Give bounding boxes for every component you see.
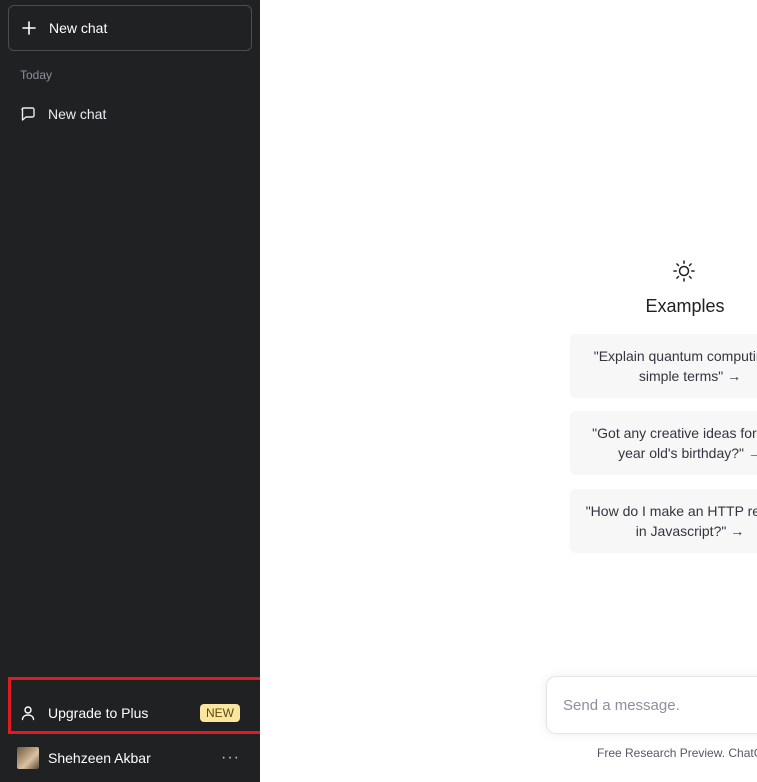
user-menu[interactable]: Shehzeen Akbar ··· (8, 738, 252, 778)
sidebar: New chat Today New chat Upgrade to Plus … (0, 0, 260, 782)
upgrade-label: Upgrade to Plus (48, 705, 149, 721)
history-item[interactable]: New chat (8, 95, 252, 133)
new-chat-button[interactable]: New chat (8, 5, 252, 51)
user-icon (8, 705, 48, 721)
example-card[interactable]: "How do I make an HTTP request in Javasc… (570, 489, 757, 553)
message-input[interactable] (563, 696, 757, 714)
message-input-box (546, 676, 757, 734)
examples-title: Examples (645, 296, 725, 316)
chat-bubble-icon (8, 106, 48, 122)
section-label-today: Today (20, 68, 53, 82)
example-card[interactable]: "Explain quantum computing in simple ter… (570, 334, 757, 398)
footer-note: Free Research Preview. ChatGPT (597, 746, 757, 760)
user-name: Shehzeen Akbar (48, 750, 151, 766)
plus-icon (9, 21, 49, 35)
main-panel: Examples "Explain quantum computing in s… (260, 0, 757, 782)
new-chat-label: New chat (49, 20, 108, 36)
example-card[interactable]: "Got any creative ideas for a 10 year ol… (570, 411, 757, 475)
sun-icon (673, 260, 695, 282)
history-item-label: New chat (48, 106, 107, 122)
ellipsis-icon[interactable]: ··· (221, 749, 240, 767)
avatar (17, 747, 39, 769)
new-badge: NEW (200, 704, 240, 722)
upgrade-to-plus-button[interactable]: Upgrade to Plus NEW (8, 693, 252, 733)
